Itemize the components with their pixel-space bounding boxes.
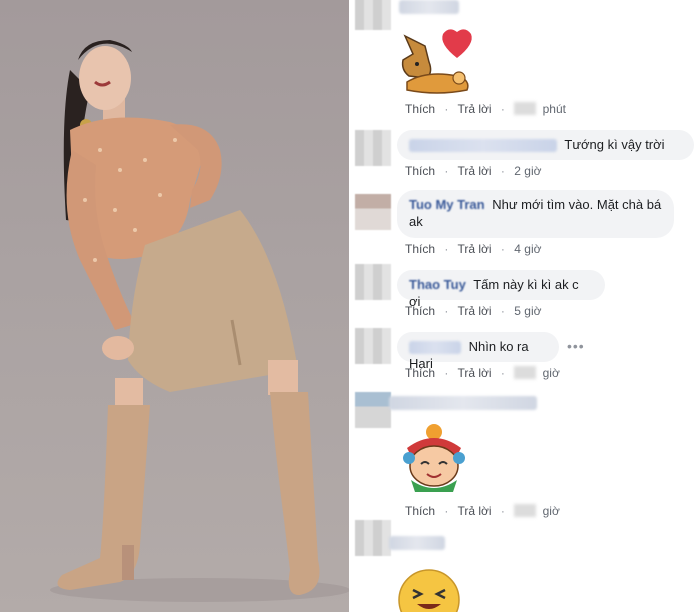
separator: · [444,366,449,380]
comment-time[interactable]: giờ [543,366,560,380]
time-blurred [514,366,537,379]
avatar[interactable] [355,264,391,300]
separator: · [444,242,449,256]
separator: · [444,164,449,178]
reply-button[interactable]: Trả lời [457,102,491,116]
comment-bubble: Tướng kì vậy trời [397,130,694,160]
like-button[interactable]: Thích [405,304,435,318]
separator: · [444,304,449,318]
separator: · [500,304,505,318]
like-button[interactable]: Thích [405,102,435,116]
commenter-name-blurred[interactable] [389,536,445,550]
monkey-king-sticker-icon [403,424,465,492]
reply-button[interactable]: Trả lời [457,164,491,178]
reply-button[interactable]: Trả lời [457,304,491,318]
time-blurred [514,504,537,517]
comment-time[interactable]: 4 giờ [514,242,541,256]
like-button[interactable]: Thích [405,164,435,178]
reply-button[interactable]: Trả lời [457,242,491,256]
comment-actions: Thích · Trả lời · giờ [405,504,560,518]
reply-button[interactable]: Trả lời [457,504,491,518]
fashion-photo [0,0,349,612]
avatar[interactable] [355,520,391,556]
commenter-name-blurred[interactable] [399,0,459,14]
like-button[interactable]: Thích [405,242,435,256]
comment-text: Như mới tìm vào. Mặt chà bá [492,197,662,212]
commenter-name-blurred[interactable] [389,396,537,410]
comment-actions: Thích · Trả lời · giờ [405,366,560,380]
more-options-icon[interactable]: ••• [567,338,585,354]
separator: · [500,164,505,178]
time-blurred [514,102,537,115]
commenter-name[interactable]: Thao Tuy [409,277,466,292]
dog-and-heart-sticker-icon [401,29,472,94]
separator: · [500,102,505,116]
like-button[interactable]: Thích [405,366,435,380]
separator: · [444,102,449,116]
separator: · [500,242,505,256]
comment-bubble: Tuo My Tran Như mới tìm vào. Mặt chà bá … [397,190,674,238]
comment-text: Tướng kì vậy trời [564,137,665,152]
separator: · [500,504,505,518]
comment-time[interactable]: giờ [543,504,560,518]
comment-text-continued: ak [409,214,423,229]
comment-actions: Thích · Trả lời · phút [405,102,566,116]
separator: · [500,366,505,380]
model-illustration [50,40,349,602]
avatar[interactable] [355,194,391,230]
comment-time[interactable]: 5 giờ [514,304,541,318]
comment-thread: Thích · Trả lời · phút Tướng kì vậy trời… [349,0,699,612]
commenter-name-blurred[interactable] [409,341,461,355]
avatar[interactable] [355,328,391,364]
laughing-face-sticker-icon [398,569,460,612]
comment-time[interactable]: phút [543,102,566,116]
avatar[interactable] [355,392,391,428]
like-button[interactable]: Thích [405,504,435,518]
separator: · [444,504,449,518]
comment-bubble: Thao Tuy Tấm này kì kì ak c ơi [397,270,605,309]
avatar[interactable] [355,0,391,30]
comment-actions: Thích · Trả lời · 5 giờ [405,304,541,318]
comment-bubble: Nhìn ko ra Hari [397,332,559,371]
comment-time[interactable]: 2 giờ [514,164,541,178]
comment-actions: Thích · Trả lời · 4 giờ [405,242,541,256]
commenter-name-blurred[interactable] [409,139,557,153]
comment-actions: Thích · Trả lời · 2 giờ [405,164,541,178]
reply-button[interactable]: Trả lời [457,366,491,380]
commenter-name[interactable]: Tuo My Tran [409,197,485,212]
avatar[interactable] [355,130,391,166]
